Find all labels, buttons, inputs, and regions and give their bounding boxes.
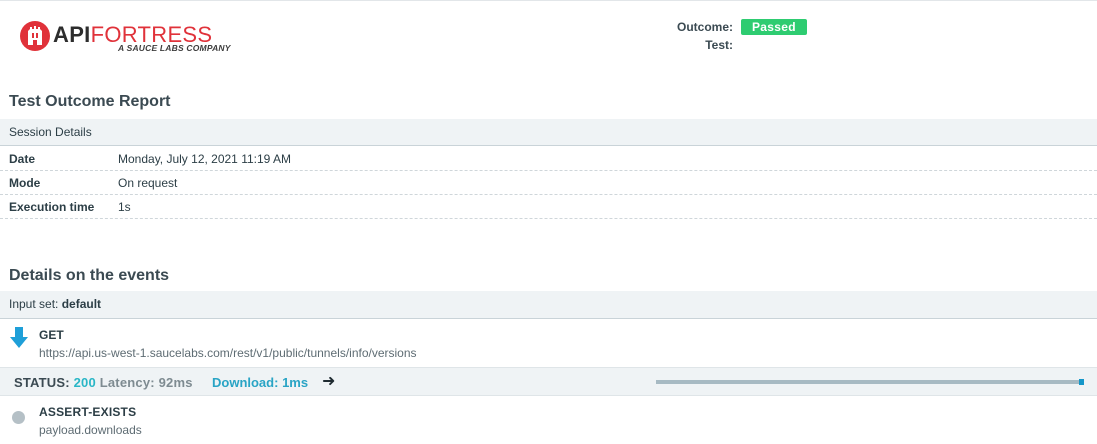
detail-value: Monday, July 12, 2021 11:19 AM xyxy=(118,152,291,166)
logo-word-api: API xyxy=(53,22,91,47)
session-details-header: Session Details xyxy=(0,119,1097,146)
assertion-expression: payload.downloads xyxy=(39,423,142,437)
download-value: 1ms xyxy=(282,375,309,390)
detail-row-date: Date Monday, July 12, 2021 11:19 AM xyxy=(0,147,1097,171)
fortress-logo-icon xyxy=(20,21,50,51)
request-method: GET xyxy=(39,328,64,342)
detail-key: Date xyxy=(9,152,36,166)
request-event[interactable]: GET https://api.us-west-1.saucelabs.com/… xyxy=(0,320,1097,367)
timeline-marker xyxy=(1079,379,1084,385)
outcome-badge: Passed xyxy=(741,19,807,35)
report-header: APIFORTRESS A SAUCE LABS COMPANY Outcome… xyxy=(0,1,1097,79)
detail-row-mode: Mode On request xyxy=(0,171,1097,195)
latency-label: Latency: xyxy=(99,375,155,390)
assertion-name: ASSERT-EXISTS xyxy=(39,405,137,419)
arrow-right-icon[interactable]: ➜ xyxy=(322,371,335,391)
assertion-item[interactable]: ASSERT-EXISTS payload.downloads xyxy=(0,397,1097,444)
apifortress-logo: APIFORTRESS A SAUCE LABS COMPANY xyxy=(19,17,239,61)
report-title: Test Outcome Report xyxy=(9,93,171,110)
detail-value: On request xyxy=(118,176,178,190)
detail-value: 1s xyxy=(118,200,131,214)
outcome-summary: Outcome: Passed Test: xyxy=(640,18,840,54)
download-label: Download: xyxy=(212,375,279,390)
status-dot-icon xyxy=(12,411,25,424)
input-set-label: Input set: xyxy=(9,297,59,311)
detail-row-execution-time: Execution time 1s xyxy=(0,195,1097,219)
input-set-value: default xyxy=(61,297,102,311)
test-label: Test: xyxy=(705,38,733,52)
status-summary: STATUS: 200 Latency: 92ms xyxy=(14,375,193,390)
request-url: https://api.us-west-1.saucelabs.com/rest… xyxy=(39,346,417,360)
latency-value: 92ms xyxy=(158,375,193,390)
status-code: 200 xyxy=(73,375,96,390)
detail-key: Mode xyxy=(9,176,41,190)
events-title: Details on the events xyxy=(9,267,170,284)
arrow-down-icon xyxy=(10,327,28,348)
detail-key: Execution time xyxy=(9,200,95,214)
download-info: Download: 1ms xyxy=(212,375,308,390)
outcome-label: Outcome: xyxy=(676,20,733,34)
timeline-bar xyxy=(656,379,1084,385)
status-label: STATUS: xyxy=(14,375,70,390)
logo-subtitle: A SAUCE LABS COMPANY xyxy=(118,43,231,53)
input-set-header: Input set: default xyxy=(0,291,1097,319)
response-status-bar: STATUS: 200 Latency: 92ms Download: 1ms … xyxy=(0,367,1097,396)
